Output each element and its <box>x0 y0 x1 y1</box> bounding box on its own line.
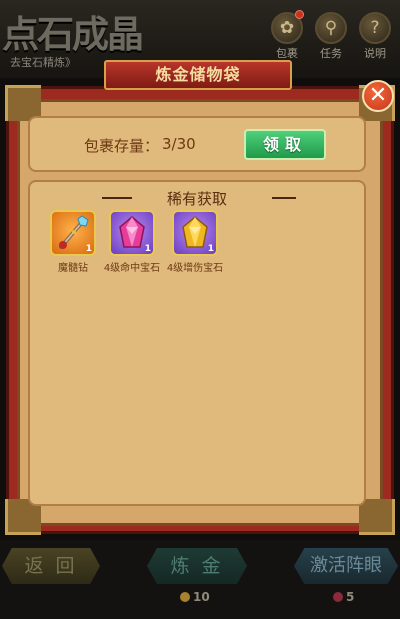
activate-eye-button[interactable]: 激活阵眼 <box>294 548 398 584</box>
refine-cost-value: 10 <box>193 590 210 604</box>
magnifier-icon: ⚲ <box>315 12 347 44</box>
close-button[interactable]: ✕ <box>362 80 394 112</box>
item-frame: 1 <box>109 210 155 256</box>
help-button[interactable]: ? 说明 <box>356 12 394 61</box>
close-icon: ✕ <box>368 83 388 108</box>
item-name: 魔髓钻 <box>58 263 88 274</box>
red-gem-icon <box>333 592 343 602</box>
quest-button[interactable]: ⚲ 任务 <box>312 12 350 61</box>
page-title: 点石成晶 <box>2 13 144 56</box>
rare-items-panel: 稀有获取 1 魔髓钻 1 4级命中宝石 1 4级增伤宝石 <box>28 180 366 506</box>
claim-button[interactable]: 领取 <box>244 129 326 160</box>
refine-button[interactable]: 炼 金 <box>147 548 247 584</box>
storage-value: 3/30 <box>162 135 196 153</box>
item-quantity: 1 <box>85 244 92 254</box>
quest-label: 任务 <box>320 47 342 60</box>
item-name: 4级命中宝石 <box>103 263 161 274</box>
refine-cost: 10 <box>180 590 210 604</box>
storage-label: 包裹存量： <box>84 137 160 155</box>
help-label: 说明 <box>364 47 386 60</box>
activate-cost-value: 5 <box>346 590 355 604</box>
item-slot[interactable]: 1 4级命中宝石 <box>103 210 161 274</box>
item-quantity: 1 <box>207 244 214 254</box>
notification-dot <box>295 10 304 19</box>
storage-panel: 包裹存量： 3/30 领取 <box>28 116 366 172</box>
item-frame: 1 <box>172 210 218 256</box>
gem-refine-link[interactable]: 去宝石精炼》 <box>10 54 76 70</box>
bag-label: 包裹 <box>276 47 298 60</box>
bag-button[interactable]: ✿ 包裹 <box>268 10 306 61</box>
frame-corner <box>359 499 395 535</box>
rare-title: 稀有获取 <box>166 190 227 208</box>
item-quantity: 1 <box>144 244 151 254</box>
item-name: 4级增伤宝石 <box>166 263 224 274</box>
popup-title: 炼金储物袋 <box>104 60 292 90</box>
activate-cost: 5 <box>333 590 354 604</box>
question-icon: ? <box>359 12 391 44</box>
gold-coin-icon <box>180 592 190 602</box>
back-button[interactable]: 返 回 <box>2 548 100 584</box>
item-frame: 1 <box>50 210 96 256</box>
item-slot[interactable]: 1 魔髓钻 <box>44 210 102 274</box>
item-slot[interactable]: 1 4级增伤宝石 <box>166 210 224 274</box>
bottom-bar: 返 回 炼 金 激活阵眼 <box>0 540 400 619</box>
